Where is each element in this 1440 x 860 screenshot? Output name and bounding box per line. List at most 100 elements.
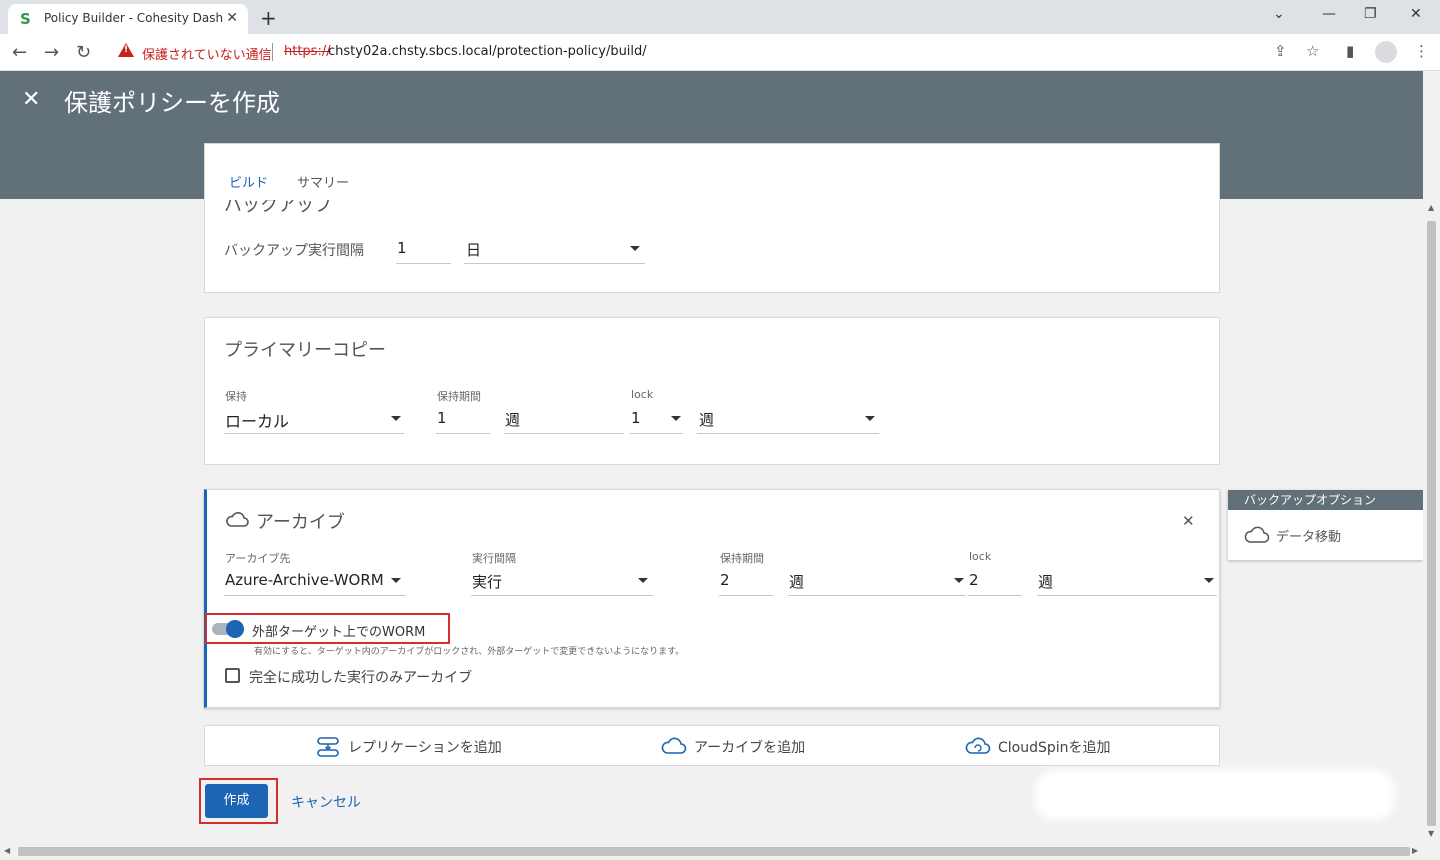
browser-tabstrip: S Policy Builder - Cohesity Dashboard ✕ …	[0, 0, 1440, 34]
chevron-down-icon[interactable]	[630, 246, 640, 251]
cancel-button[interactable]: キャンセル	[291, 792, 361, 812]
archive-interval-label: 実行間隔	[472, 552, 516, 565]
chevron-down-icon[interactable]	[1204, 578, 1214, 583]
tabs-card: ビルド サマリー	[204, 143, 1220, 199]
window-close-icon[interactable]: ✕	[1410, 6, 1422, 22]
warning-icon	[118, 43, 134, 57]
lock-underline	[630, 433, 683, 434]
archive-period-unit-underline	[788, 595, 966, 596]
backup-interval-label: バックアップ実行間隔	[224, 243, 364, 259]
close-icon[interactable]: ✕	[22, 87, 40, 112]
tab-title: Policy Builder - Cohesity Dashboard	[44, 11, 224, 25]
scroll-down-icon[interactable]: ▼	[1428, 829, 1434, 838]
archive-interval-select[interactable]: 実行	[472, 571, 502, 592]
menu-kebab-icon[interactable]: ⋮	[1414, 42, 1429, 60]
add-replication-button[interactable]: レプリケーションを追加	[348, 737, 502, 757]
tab-summary[interactable]: サマリー	[297, 172, 349, 191]
minimize-icon[interactable]: —	[1322, 6, 1336, 22]
forward-icon[interactable]: →	[44, 42, 59, 63]
period-input[interactable]: 1	[437, 409, 447, 427]
page-title: 保護ポリシーを作成	[64, 89, 280, 117]
lock-unit-underline	[697, 433, 879, 434]
period-label: 保持期間	[437, 390, 481, 403]
bookmark-star-icon[interactable]: ☆	[1306, 42, 1319, 60]
archive-period-unit-select[interactable]: 週	[789, 571, 804, 592]
worm-toggle-label: 外部ターゲット上でのWORM	[252, 625, 426, 640]
backup-interval-underline	[396, 263, 451, 264]
horizontal-scroll-thumb[interactable]	[18, 847, 1410, 856]
cloud-icon	[661, 737, 687, 754]
archive-period-underline	[719, 595, 773, 596]
data-movement-option[interactable]: データ移動	[1276, 526, 1341, 545]
archive-close-icon[interactable]: ✕	[1182, 512, 1195, 530]
lock-label: lock	[631, 388, 654, 401]
back-icon[interactable]: ←	[12, 42, 27, 63]
archive-lock-unit-underline	[1037, 595, 1217, 596]
archive-title: アーカイブ	[256, 512, 345, 533]
scroll-left-icon[interactable]: ◀	[4, 846, 10, 855]
backup-interval-input[interactable]: 1	[397, 239, 407, 257]
retention-underline	[224, 433, 404, 434]
address-bar[interactable]: 保護されていない通信 https:// chsty02a.chsty.sbcs.…	[108, 40, 1338, 66]
reload-icon[interactable]: ↻	[76, 42, 91, 63]
chevron-down-icon[interactable]	[391, 416, 401, 421]
profile-avatar[interactable]	[1375, 41, 1397, 63]
share-icon[interactable]: ⇪	[1274, 42, 1287, 60]
url-separator	[272, 43, 273, 61]
archive-target-label: アーカイブ先	[225, 552, 291, 565]
redacted-area	[1035, 770, 1395, 820]
backup-interval-unit-select[interactable]: 日	[466, 239, 481, 260]
tab-build[interactable]: ビルド	[229, 172, 268, 191]
archive-target-underline	[224, 595, 406, 596]
side-panel-icon[interactable]: ▮	[1346, 42, 1354, 60]
chevron-down-icon[interactable]	[865, 416, 875, 421]
retention-select[interactable]: ローカル	[225, 408, 289, 432]
chevron-down-icon[interactable]	[391, 578, 401, 583]
horizontal-scrollbar[interactable]: ◀ ▶	[0, 843, 1440, 860]
replication-icon	[317, 737, 339, 757]
add-archive-button[interactable]: アーカイブを追加	[694, 737, 805, 757]
chevron-down-icon[interactable]	[638, 578, 648, 583]
scroll-up-icon[interactable]: ▲	[1428, 203, 1434, 212]
archive-lock-underline	[968, 595, 1022, 596]
success-only-label: 完全に成功した実行のみアーカイブ	[249, 670, 473, 686]
url-scheme: https://	[284, 44, 331, 59]
lock-unit-select[interactable]: 週	[699, 409, 714, 430]
cloud-icon	[1244, 526, 1270, 543]
success-only-checkbox[interactable]	[225, 668, 240, 683]
cloud-icon	[226, 512, 249, 527]
period-underline	[436, 433, 490, 434]
vertical-scrollbar[interactable]: ▲ ▼	[1423, 71, 1440, 846]
tab-search-icon[interactable]: ⌄	[1273, 6, 1285, 22]
worm-toggle-switch[interactable]	[226, 620, 244, 638]
new-tab-button[interactable]: +	[260, 6, 277, 30]
archive-interval-underline	[471, 595, 653, 596]
archive-lock-unit-select[interactable]: 週	[1038, 571, 1053, 592]
restore-icon[interactable]: ❐	[1364, 6, 1377, 22]
archive-lock-label: lock	[969, 550, 992, 563]
lock-select[interactable]: 1	[631, 409, 641, 427]
browser-tab[interactable]: S Policy Builder - Cohesity Dashboard ✕	[8, 4, 248, 34]
backup-options-heading: バックアップオプション	[1228, 490, 1423, 510]
worm-help-text: 有効にすると、ターゲット内のアーカイブがロックされ、外部ターゲットで変更できない…	[254, 647, 685, 657]
chevron-down-icon[interactable]	[671, 416, 681, 421]
security-warning[interactable]: 保護されていない通信	[142, 44, 272, 63]
backup-options-panel: バックアップオプション データ移動	[1228, 490, 1423, 560]
backup-unit-underline	[464, 263, 645, 264]
archive-period-label: 保持期間	[720, 552, 764, 565]
archive-lock-input[interactable]: 2	[969, 571, 979, 589]
url-text: chsty02a.chsty.sbcs.local/protection-pol…	[328, 44, 647, 59]
archive-target-select[interactable]: Azure-Archive-WORM	[225, 571, 384, 589]
cohesity-favicon-icon: S	[20, 10, 31, 28]
period-unit-select[interactable]: 週	[505, 409, 520, 430]
period-unit-underline	[504, 433, 624, 434]
create-button[interactable]: 作成	[205, 784, 268, 818]
retention-label: 保持	[225, 390, 247, 403]
vertical-scroll-thumb[interactable]	[1427, 221, 1436, 826]
archive-period-input[interactable]: 2	[720, 571, 730, 589]
add-cloudspin-button[interactable]: CloudSpinを追加	[998, 737, 1111, 757]
chevron-down-icon[interactable]	[954, 578, 964, 583]
primary-copy-title: プライマリーコピー	[224, 340, 386, 361]
scroll-right-icon[interactable]: ▶	[1412, 846, 1418, 855]
tab-close-icon[interactable]: ✕	[226, 10, 238, 26]
